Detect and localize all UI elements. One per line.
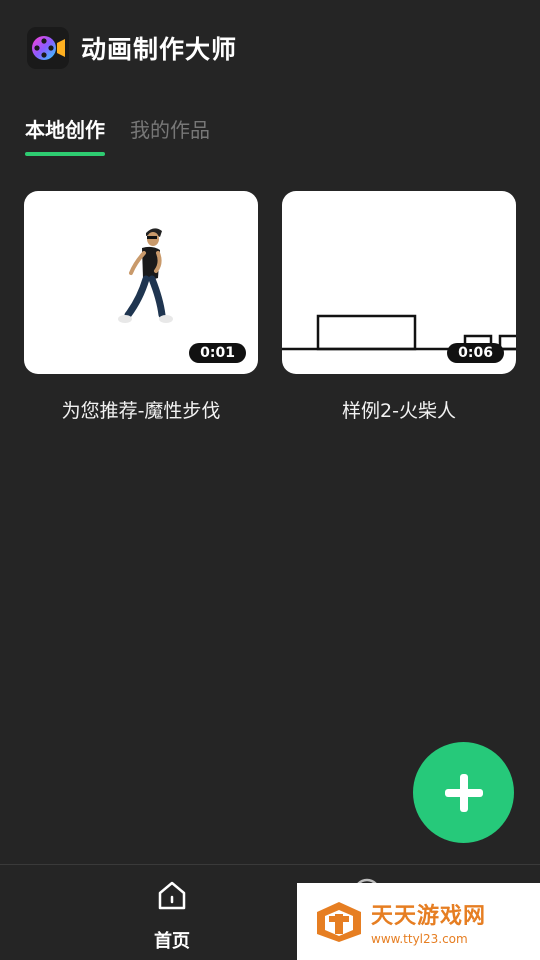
plus-icon <box>444 773 483 812</box>
tab-bar: 本地创作 我的作品 <box>25 114 235 156</box>
app-header: 动画制作大师 <box>27 27 237 69</box>
watermark-url: www.ttyl23.com <box>371 931 468 946</box>
nav-home[interactable]: 首页 <box>122 865 222 960</box>
watermark-logo-icon <box>317 901 361 942</box>
app-title: 动画制作大师 <box>81 35 238 64</box>
project-thumbnail[interactable]: 0:01 <box>24 191 258 374</box>
project-card[interactable]: 0:06 样例2-火柴人 <box>282 191 516 423</box>
tab-local-creation[interactable]: 本地创作 <box>25 114 105 156</box>
project-title: 为您推荐-魔性步伐 <box>61 400 221 422</box>
duration-badge: 0:06 <box>447 343 504 363</box>
watermark-text: 天天游戏网 <box>371 903 487 929</box>
add-project-button[interactable] <box>413 742 514 843</box>
watermark: 天天游戏网 www.ttyl23.com <box>297 883 540 960</box>
film-reel-icon <box>27 27 69 69</box>
project-title: 样例2-火柴人 <box>342 400 456 422</box>
project-card[interactable]: 0:01 为您推荐-魔性步伐 <box>24 191 258 423</box>
home-icon <box>158 881 186 910</box>
tab-my-works[interactable]: 我的作品 <box>130 114 210 154</box>
duration-badge: 0:01 <box>189 343 246 363</box>
project-thumbnail[interactable]: 0:06 <box>282 191 516 374</box>
nav-home-label: 首页 <box>154 931 190 952</box>
